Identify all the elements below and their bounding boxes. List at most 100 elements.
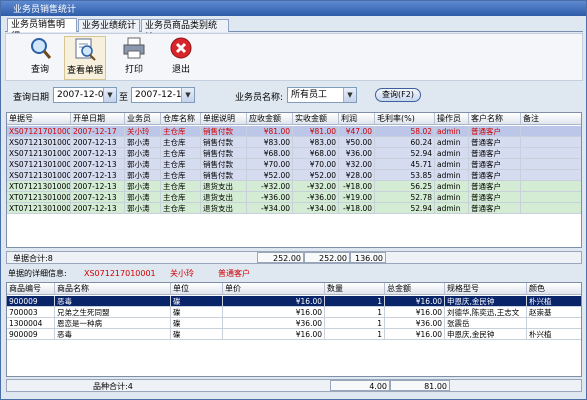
table-cell: ¥70.00 xyxy=(293,159,339,170)
view-bill-button[interactable]: 查看单据 xyxy=(64,36,106,80)
query-button[interactable]: 查询 xyxy=(20,36,60,80)
table-cell: XT071213010001 xyxy=(7,181,71,192)
tab-performance[interactable]: 业务业绩统计 xyxy=(78,19,140,32)
table-cell: XS071213010001 xyxy=(7,137,71,148)
table-row[interactable]: XT071213010001 2007-12-13 郭小涛 主仓库 退货支出 -¥32.0… xyxy=(7,181,581,192)
tab-bar: 业务员销售明细 业务业绩统计 业务员商品类别统计 xyxy=(5,18,583,43)
table-cell: 碟 xyxy=(171,307,223,318)
table-row[interactable]: 900009 恶毒碟 ¥16.00 1 ¥16.00 申恩庆,金民钟 朴兴植 xyxy=(7,296,581,307)
table-row[interactable]: XS071213010003 2007-12-13 郭小涛 主仓库 销售付款 ¥70.00… xyxy=(7,159,581,170)
summary-received: 252.00 xyxy=(319,254,347,263)
print-button[interactable]: 打印 xyxy=(114,36,154,80)
tab-sales-detail[interactable]: 业务员销售明细 xyxy=(7,18,77,42)
printer-icon xyxy=(123,37,145,59)
column-header[interactable]: 仓库名称 xyxy=(161,113,201,125)
table-cell: ¥83.00 xyxy=(293,137,339,148)
table-cell: 2007-12-13 xyxy=(71,170,125,181)
table-cell: 碟 xyxy=(171,329,223,340)
column-header[interactable]: 客户名称 xyxy=(469,113,521,125)
table-row[interactable]: 1300004 恩恋是一种病碟 ¥36.00 1 ¥36.00 张震岳 xyxy=(7,318,581,329)
date-from-field[interactable]: 2007-12-01 ▼ xyxy=(53,87,117,103)
table-row[interactable]: XS071213010002 2007-12-13 郭小涛 主仓库 销售付款 ¥68.00… xyxy=(7,148,581,159)
table-cell xyxy=(521,148,581,159)
table-cell: 赵崇基 xyxy=(527,307,581,318)
summary-receivable: 252.00 xyxy=(273,254,301,263)
table-cell: XS071217010001 xyxy=(7,126,71,137)
print-label: 打印 xyxy=(124,65,143,75)
table-cell: ¥16.00 xyxy=(223,296,325,307)
table-cell: 主仓库 xyxy=(161,170,201,181)
detail-bill: XS071217010001 xyxy=(84,269,156,278)
column-header[interactable]: 业务员 xyxy=(125,113,161,125)
chevron-down-icon[interactable]: ▼ xyxy=(103,88,116,102)
column-header[interactable]: 应收金额 xyxy=(247,113,293,125)
sales-table-header: 单据号 开单日期 业务员 仓库名称 单据说明 应收金额 实收金额 利润 毛利率(%) 操作员 客户名… xyxy=(7,113,581,125)
table-row[interactable]: XS071213010001 2007-12-13 郭小涛 主仓库 销售付款 ¥83.00… xyxy=(7,137,581,148)
table-cell: 恩恋是一种病 xyxy=(55,318,171,329)
window-title: 业务员销售统计 xyxy=(1,1,586,16)
column-header[interactable]: 单价 xyxy=(223,283,325,295)
table-row[interactable]: XS071213010004 2007-12-13 郭小涛 主仓库 销售付款 ¥52.00… xyxy=(7,170,581,181)
table-cell: 2007-12-13 xyxy=(71,181,125,192)
table-cell: 52.94 xyxy=(375,203,435,214)
table-cell: admin xyxy=(435,192,469,203)
table-cell: 朴兴植 xyxy=(527,296,581,307)
table-row[interactable]: 900009 恶毒碟 ¥16.00 1 ¥16.00 申恩庆,金民钟 朴兴植 xyxy=(7,329,581,340)
salesperson-value: 所有员工 xyxy=(291,90,328,100)
sales-table[interactable]: 单据号 开单日期 业务员 仓库名称 单据说明 应收金额 实收金额 利润 毛利率(%) 操作员 客户名… xyxy=(6,112,582,248)
table-cell: 1300004 xyxy=(7,318,55,329)
column-header[interactable]: 开单日期 xyxy=(71,113,125,125)
column-header[interactable]: 商品名称 xyxy=(55,283,171,295)
table-cell: 2007-12-13 xyxy=(71,137,125,148)
column-header[interactable]: 操作员 xyxy=(435,113,469,125)
detail-table-header: 商品编号 商品名称 单位 单价 数量 总金额 规格型号 颜色 xyxy=(7,283,581,295)
table-cell: 退货支出 xyxy=(201,192,247,203)
table-row[interactable]: XT071213010003 2007-12-13 郭小涛 主仓库 退货支出 -¥34.0… xyxy=(7,203,581,214)
column-header[interactable]: 单位 xyxy=(171,283,223,295)
table-cell: -¥19.00 xyxy=(339,192,375,203)
column-header[interactable]: 颜色 xyxy=(527,283,581,295)
table-row[interactable]: XT071213010002 2007-12-13 郭小涛 主仓库 退货支出 -¥36.0… xyxy=(7,192,581,203)
column-header[interactable]: 数量 xyxy=(325,283,385,295)
date-to-field[interactable]: 2007-12-17 ▼ xyxy=(131,87,195,103)
column-header[interactable]: 利润 xyxy=(339,113,375,125)
chevron-down-icon[interactable]: ▼ xyxy=(343,88,356,102)
table-cell: ¥16.00 xyxy=(385,307,445,318)
table-cell: 45.71 xyxy=(375,159,435,170)
table-row[interactable]: 700003 兄弟之生死同盟碟 ¥16.00 1 ¥16.00 刘德华,陈奕迅,王志文 赵崇… xyxy=(7,307,581,318)
column-header[interactable]: 毛利率(%) xyxy=(375,113,435,125)
detail-table[interactable]: 商品编号 商品名称 单位 单价 数量 总金额 规格型号 颜色 900009 恶毒碟 ¥16.00 1… xyxy=(6,282,582,377)
exit-button[interactable]: 退出 xyxy=(161,36,201,80)
table-cell: XT071213010003 xyxy=(7,203,71,214)
table-row[interactable]: XS071217010001 2007-12-17 关小玲 主仓库 销售付款 ¥81.00… xyxy=(7,126,581,137)
table-cell: -¥18.00 xyxy=(339,203,375,214)
table-cell: 58.02 xyxy=(375,126,435,137)
table-cell: 56.25 xyxy=(375,181,435,192)
table-cell: -¥18.00 xyxy=(339,181,375,192)
date-label: 查询日期 xyxy=(13,93,50,103)
table-cell: ¥81.00 xyxy=(293,126,339,137)
column-header[interactable]: 单据说明 xyxy=(201,113,247,125)
table-cell: 申恩庆,金民钟 xyxy=(445,329,527,340)
table-cell: ¥52.00 xyxy=(247,170,293,181)
column-header[interactable]: 备注 xyxy=(521,113,581,125)
table-cell: 1 xyxy=(325,329,385,340)
table-cell: 2007-12-13 xyxy=(71,159,125,170)
table-cell xyxy=(521,181,581,192)
column-header[interactable]: 实收金额 xyxy=(293,113,339,125)
table-cell: 销售付款 xyxy=(201,159,247,170)
column-header[interactable]: 规格型号 xyxy=(445,283,527,295)
table-cell: XS071213010004 xyxy=(7,170,71,181)
salesperson-select[interactable]: 所有员工 ▼ xyxy=(287,87,357,103)
column-header[interactable]: 单据号 xyxy=(7,113,71,125)
query-f2-button[interactable]: 查询(F2) xyxy=(375,88,421,102)
tab-category-stats[interactable]: 业务员商品类别统计 xyxy=(141,19,229,43)
table-cell: admin xyxy=(435,137,469,148)
column-header[interactable]: 总金额 xyxy=(385,283,445,295)
chevron-down-icon[interactable]: ▼ xyxy=(181,88,194,102)
column-header[interactable]: 商品编号 xyxy=(7,283,55,295)
table-cell: ¥28.00 xyxy=(339,170,375,181)
table-cell: XT071213010002 xyxy=(7,192,71,203)
table-cell: ¥50.00 xyxy=(339,137,375,148)
table-cell: 退货支出 xyxy=(201,203,247,214)
